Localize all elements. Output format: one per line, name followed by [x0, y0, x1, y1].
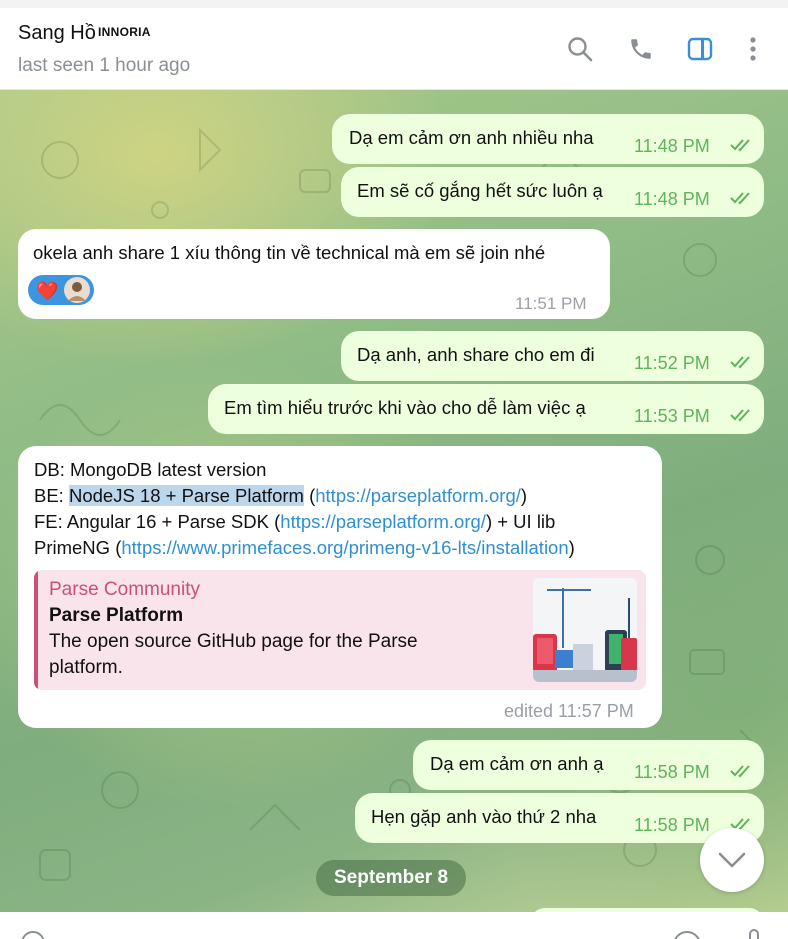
message-time: 11:51 PM — [515, 294, 587, 313]
preview-description: The open source GitHub page for the Pars… — [49, 631, 418, 678]
contact-name[interactable]: Sang Hồ — [18, 22, 96, 45]
message-text: Dạ anh, anh share cho em đi — [357, 344, 595, 365]
preview-thumbnail-image[interactable] — [533, 578, 637, 682]
message-text: Em sẽ cố gắng hết sức luôn ạ — [357, 180, 603, 201]
link[interactable]: https://parseplatform.org/ — [315, 485, 521, 506]
link-preview-card[interactable]: Parse Community Parse Platform The open … — [34, 570, 646, 690]
chat-area[interactable]: Dạ em cảm ơn anh nhiều nha 11:48 PM Em s… — [0, 90, 788, 912]
message-composer[interactable] — [0, 912, 788, 939]
more-vertical-icon[interactable] — [738, 34, 768, 64]
message-line-primeng: PrimeNG (https://www.primefaces.org/prim… — [34, 535, 575, 561]
search-icon[interactable] — [565, 34, 595, 64]
double-check-icon — [730, 192, 750, 205]
outgoing-message[interactable]: Dạ em cảm ơn anh ạ 11:58 PM — [413, 740, 764, 790]
outgoing-message[interactable]: Em sẽ cố gắng hết sức luôn ạ 11:48 PM — [341, 167, 764, 217]
outgoing-message[interactable]: Hẹn gặp anh vào thứ 2 nha 11:58 PM — [355, 793, 764, 843]
message-line-fe: FE: Angular 16 + Parse SDK (https://pars… — [34, 509, 555, 535]
message-line-be: BE: NodeJS 18 + Parse Platform (https://… — [34, 483, 527, 509]
link[interactable]: https://parseplatform.org/ — [280, 511, 486, 532]
fe-prefix: FE: Angular 16 + Parse SDK ( — [34, 511, 281, 532]
date-separator: September 8 — [316, 860, 466, 896]
message-line-db: DB: MongoDB latest version — [34, 459, 267, 480]
heart-reaction-icon: ❤️ — [36, 281, 59, 301]
message-time: 11:58 PM — [634, 762, 710, 782]
contact-tag: INNORIA — [98, 25, 151, 39]
phone-icon[interactable] — [626, 34, 656, 64]
reaction-chip[interactable]: ❤️ — [28, 275, 94, 305]
outgoing-message[interactable]: Em tìm hiểu trước khi vào cho dễ làm việ… — [208, 384, 764, 434]
incoming-message[interactable]: okela anh share 1 xíu thông tin về techn… — [18, 229, 610, 319]
message-time: 11:48 PM — [634, 136, 710, 156]
selected-text: NodeJS 18 + Parse Platform — [68, 485, 304, 506]
message-time: 11:52 PM — [634, 353, 710, 373]
primeng-suffix: ) — [568, 537, 575, 558]
chevron-down-icon — [718, 852, 746, 868]
preview-title: Parse Platform — [49, 605, 184, 626]
message-time: 11:48 PM — [634, 189, 710, 209]
message-text: okela anh share 1 xíu thông tin về techn… — [33, 242, 546, 263]
sidebar-panel-icon[interactable] — [685, 34, 715, 64]
scroll-to-bottom-button[interactable] — [700, 828, 764, 892]
be-prefix: BE: — [34, 485, 69, 506]
message-text: Em tìm hiểu trước khi vào cho dễ làm việ… — [224, 397, 586, 418]
message-text: Hẹn gặp anh vào thứ 2 nha — [371, 806, 597, 827]
attach-icon[interactable] — [672, 930, 702, 939]
message-text: Dạ em cảm ơn anh ạ — [430, 753, 604, 774]
double-check-icon — [730, 765, 750, 778]
double-check-icon — [730, 356, 750, 369]
contact-status: last seen 1 hour ago — [18, 55, 191, 76]
incoming-message-with-link-preview[interactable]: DB: MongoDB latest version BE: NodeJS 18… — [18, 446, 662, 728]
reactor-avatar — [64, 277, 90, 303]
message-text: Dạ em cảm ơn anh nhiều nha — [349, 127, 594, 148]
outgoing-message[interactable]: Dạ anh, anh share cho em đi 11:52 PM — [341, 331, 764, 381]
be-open: ( — [303, 485, 316, 506]
double-check-icon — [730, 139, 750, 152]
emoji-icon[interactable] — [20, 930, 46, 939]
message-time: edited 11:57 PM — [504, 701, 634, 721]
window-top-strip — [0, 0, 788, 8]
link[interactable]: https://www.primefaces.org/primeng-v16-l… — [121, 537, 568, 558]
double-check-icon — [730, 409, 750, 422]
chat-header: Sang Hồ INNORIA last seen 1 hour ago — [0, 8, 788, 90]
message-time: 11:53 PM — [634, 406, 710, 426]
be-close: ) — [520, 485, 528, 506]
outgoing-message[interactable]: Dạ em cảm ơn anh nhiều nha 11:48 PM — [332, 114, 764, 164]
preview-accent-bar — [34, 570, 38, 690]
message-time: 11:58 PM — [634, 815, 710, 835]
primeng-prefix: PrimeNG ( — [34, 537, 122, 558]
preview-site-name: Parse Community — [49, 579, 200, 600]
microphone-icon[interactable] — [742, 928, 766, 939]
fe-suffix: ) + UI lib — [485, 511, 556, 532]
